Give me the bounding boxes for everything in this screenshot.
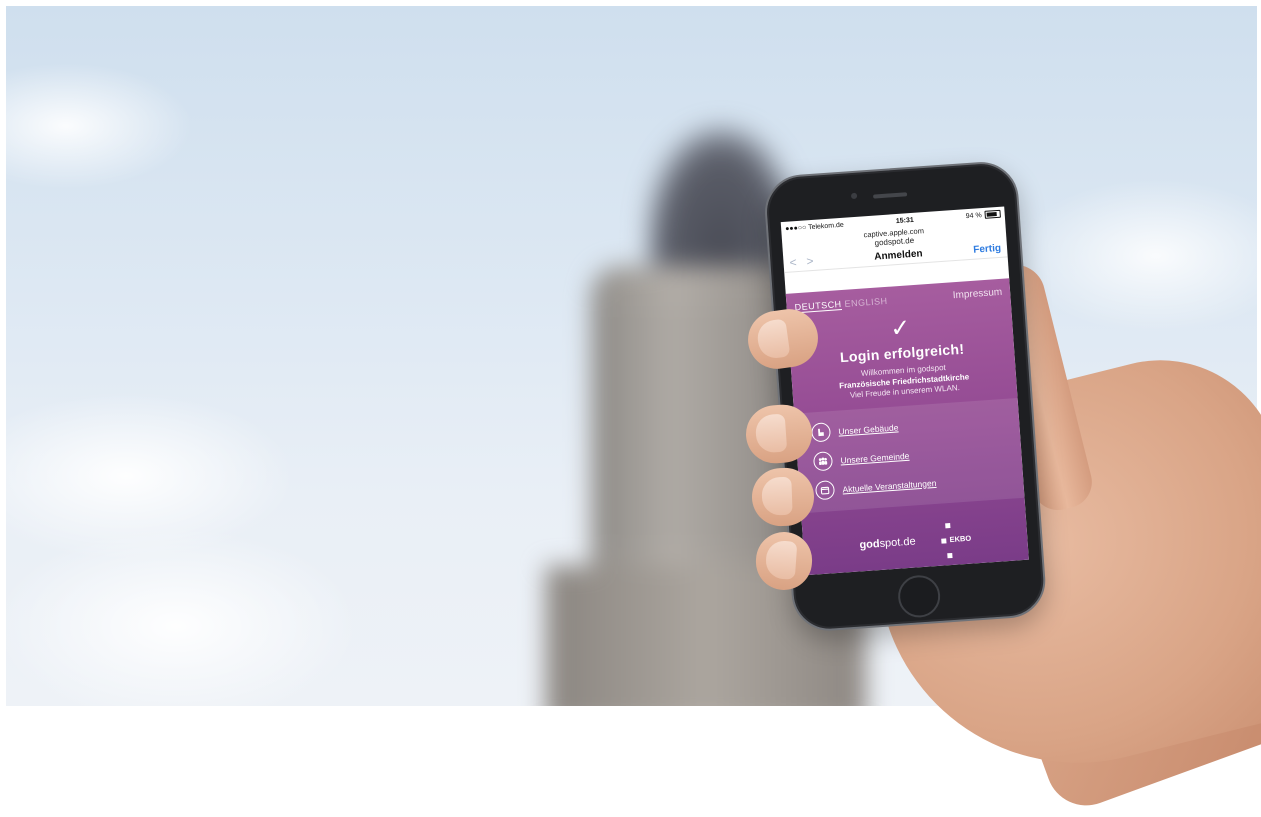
impressum-link[interactable]: Impressum: [952, 287, 1002, 301]
carrier-label: ●●●○○ Telekom.de: [784, 221, 845, 233]
back-chevron-icon[interactable]: <: [789, 254, 807, 269]
nav-arrows: <>: [789, 253, 824, 269]
link-label[interactable]: Unsere Gemeinde: [840, 450, 910, 465]
lang-deutsch-link[interactable]: DEUTSCH: [794, 298, 842, 313]
language-row: DEUTSCH ENGLISH Impressum: [786, 278, 1011, 313]
earpiece-speaker: [873, 192, 908, 199]
lang-english-link[interactable]: ENGLISH: [844, 295, 888, 308]
battery-icon: [984, 209, 1001, 219]
battery-percent: 94 %: [965, 211, 982, 220]
front-camera: [850, 192, 858, 200]
building-icon: [810, 422, 832, 443]
navbar-title: Anmelden: [873, 247, 923, 263]
people-icon: [812, 451, 834, 472]
captive-portal-page: DEUTSCH ENGLISH Impressum ✓ Login erfolgr…: [785, 278, 1029, 576]
done-button[interactable]: Fertig: [973, 242, 1001, 255]
link-label[interactable]: Unser Gebäude: [838, 422, 899, 436]
phone-screen: ●●●○○ Telekom.de 15:31 94 % captive.appl…: [780, 206, 1029, 576]
forward-chevron-icon[interactable]: >: [806, 253, 824, 268]
godspot-logo[interactable]: godspot.de: [859, 535, 916, 551]
link-label[interactable]: Aktuelle Veranstaltungen: [842, 477, 937, 494]
portal-links: Unser Gebäude Unsere Gemeinde Aktuelle V…: [794, 398, 1025, 514]
calendar-icon: [814, 480, 836, 501]
clock: 15:31: [895, 216, 914, 225]
status-right: 94 %: [965, 209, 1001, 220]
portal-footer: godspot.de EKBO: [802, 508, 1029, 575]
home-button[interactable]: [896, 573, 942, 619]
ekbo-logo[interactable]: EKBO: [941, 522, 971, 558]
